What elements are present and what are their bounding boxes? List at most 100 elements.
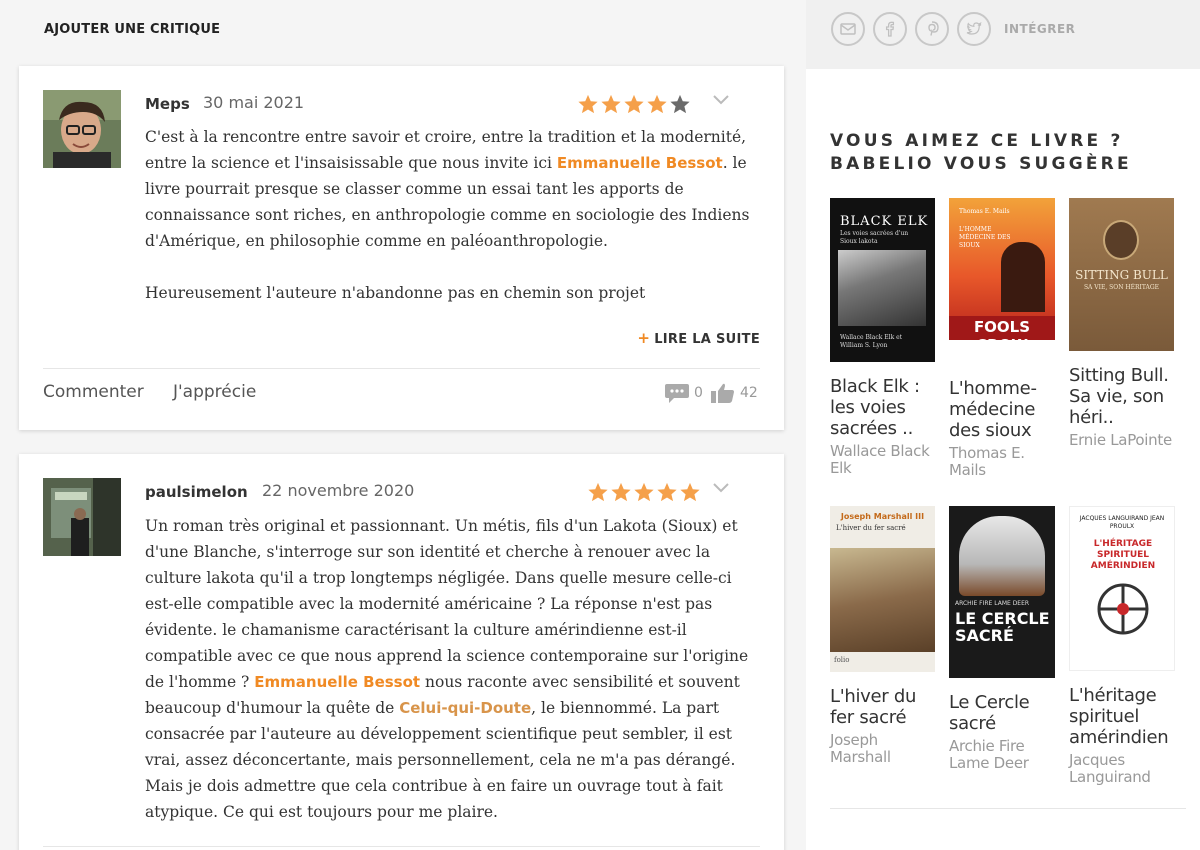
twitter-icon	[966, 21, 982, 35]
star-icon	[588, 482, 608, 502]
book-cover[interactable]: JACQUES LANGUIRAND JEAN PROULX L'HÉRITAG…	[1069, 506, 1175, 671]
book-author[interactable]: Thomas E. Mails	[949, 445, 1059, 479]
read-more-link[interactable]: + LIRE LA SUITE	[637, 329, 760, 347]
medicine-wheel-icon	[1097, 583, 1149, 635]
star-icon	[624, 94, 644, 114]
share-pinterest-button[interactable]	[915, 12, 949, 46]
star-icon	[657, 482, 677, 502]
divider	[43, 846, 760, 847]
like-button[interactable]: J'apprécie	[173, 382, 256, 402]
chevron-down-icon[interactable]	[712, 482, 730, 494]
share-twitter-button[interactable]	[957, 12, 991, 46]
book-cover[interactable]: Joseph Marshall III L'hiver du fer sacré…	[830, 506, 935, 672]
suggestions-heading: VOUS AIMEZ CE LIVRE ? BABELIO VOUS SUGGÈ…	[830, 131, 1132, 174]
review-date: 22 novembre 2020	[262, 481, 415, 500]
plus-icon: +	[637, 329, 651, 347]
suggested-book[interactable]: JACQUES LANGUIRAND JEAN PROULX L'HÉRITAG…	[1069, 506, 1179, 786]
suggested-book[interactable]: BLACK ELK Les voies sacrées d'un Sioux l…	[830, 198, 940, 477]
rating-stars	[587, 481, 701, 503]
review-text: C'est à la rencontre entre savoir et cro…	[145, 124, 765, 306]
chevron-down-icon[interactable]	[712, 94, 730, 106]
cover-subtitle: Les voies sacrées d'un Sioux lakota	[840, 230, 909, 245]
add-review-heading[interactable]: AJOUTER UNE CRITIQUE	[44, 22, 220, 37]
book-author[interactable]: Jacques Languirand	[1069, 752, 1179, 786]
embed-link[interactable]: INTÉGRER	[1004, 22, 1075, 36]
review-text: Un roman très original et passionnant. U…	[145, 513, 765, 825]
cover-subtitle: SA VIE, SON HÉRITAGE	[1083, 284, 1160, 291]
avatar[interactable]	[43, 478, 121, 556]
suggested-book[interactable]: LE CERCLE SACRÉ ARCHIE FIRE LAME DEER Le…	[949, 506, 1059, 772]
mail-icon	[840, 23, 856, 35]
divider	[830, 808, 1186, 809]
book-author[interactable]: Archie Fire Lame Deer	[949, 738, 1059, 772]
cover-portrait	[959, 516, 1045, 596]
star-empty-icon	[670, 94, 690, 114]
comments-count: 0	[694, 385, 703, 401]
author-link[interactable]: Emmanuelle Bessot	[557, 154, 723, 172]
review-text-part: , le biennommé. La part consacrée par l'…	[145, 699, 736, 821]
star-icon	[634, 482, 654, 502]
comments-counter[interactable]: 0	[664, 382, 703, 404]
thumbs-up-icon	[711, 383, 734, 403]
cover-photo	[838, 250, 926, 326]
book-cover[interactable]: LE CERCLE SACRÉ ARCHIE FIRE LAME DEER	[949, 506, 1055, 678]
cover-portrait	[1103, 220, 1139, 260]
book-title[interactable]: L'hiver du fer sacré	[830, 686, 940, 728]
reviews-column: AJOUTER UNE CRITIQUE Meps 30 mai 2021 C'…	[0, 0, 806, 850]
book-title[interactable]: Sitting Bull. Sa vie, son héri..	[1069, 365, 1179, 428]
review-author[interactable]: Meps	[145, 95, 190, 113]
review-author[interactable]: paulsimelon	[145, 483, 248, 501]
sidebar: INTÉGRER VOUS AIMEZ CE LIVRE ? BABELIO V…	[806, 0, 1200, 850]
share-facebook-button[interactable]	[873, 12, 907, 46]
pinterest-icon	[928, 21, 939, 36]
cover-title: BLACK ELK	[840, 214, 929, 229]
cover-silhouette	[1001, 242, 1045, 312]
share-mail-button[interactable]	[831, 12, 865, 46]
divider	[43, 368, 760, 369]
likes-counter[interactable]: 42	[710, 382, 758, 404]
speech-bubble-icon	[665, 384, 689, 403]
author-link[interactable]: Emmanuelle Bessot	[254, 673, 420, 691]
book-cover[interactable]: SITTING BULL SA VIE, SON HÉRITAGE	[1069, 198, 1174, 351]
book-title[interactable]: L'homme-médecine des sioux	[949, 378, 1059, 441]
share-bar: INTÉGRER	[806, 0, 1200, 69]
cover-author: Thomas E. Mails	[959, 208, 1010, 215]
cover-publisher: folio	[834, 656, 850, 664]
cover-author: Joseph Marshall III	[840, 512, 925, 521]
review-date: 30 mai 2021	[203, 93, 305, 112]
book-title[interactable]: Black Elk : les voies sacrées ..	[830, 376, 940, 439]
book-cover[interactable]: Thomas E. Mails L'HOMME MÉDECINE DES SIO…	[949, 198, 1055, 340]
cover-illustration	[830, 548, 935, 652]
avatar[interactable]	[43, 90, 121, 168]
cover-author: ARCHIE FIRE LAME DEER	[955, 600, 1030, 607]
star-icon	[578, 94, 598, 114]
comment-button[interactable]: Commenter	[43, 382, 144, 402]
book-title[interactable]: L'héritage spirituel amérindien	[1069, 685, 1179, 748]
star-icon	[680, 482, 700, 502]
review-card: paulsimelon 22 novembre 2020 Un roman tr…	[19, 454, 784, 850]
review-card: Meps 30 mai 2021 C'est à la rencontre en…	[19, 66, 784, 430]
suggested-book[interactable]: Joseph Marshall III L'hiver du fer sacré…	[830, 506, 940, 766]
character-link[interactable]: Celui-qui-Doute	[399, 699, 531, 717]
book-author[interactable]: Ernie LaPointe	[1069, 432, 1179, 449]
star-icon	[601, 94, 621, 114]
cover-title: SITTING BULL	[1075, 268, 1168, 282]
book-author[interactable]: Wallace Black Elk	[830, 443, 940, 477]
cover-title: FOOLS CROW	[949, 316, 1055, 340]
cover-title: L'HÉRITAGE SPIRITUEL AMÉRINDIEN	[1090, 539, 1156, 571]
cover-author: JACQUES LANGUIRAND JEAN PROULX	[1079, 515, 1165, 530]
cover-title: L'hiver du fer sacré	[836, 524, 906, 532]
suggested-book[interactable]: SITTING BULL SA VIE, SON HÉRITAGE Sittin…	[1069, 198, 1179, 449]
likes-count: 42	[740, 385, 758, 401]
rating-stars	[577, 93, 691, 115]
review-text-part: Heureusement l'auteure n'abandonne pas e…	[145, 284, 646, 302]
facebook-icon	[885, 21, 895, 37]
book-author[interactable]: Joseph Marshall	[830, 732, 940, 766]
cover-title: LE CERCLE SACRÉ	[955, 609, 1050, 645]
book-title[interactable]: Le Cercle sacré	[949, 692, 1059, 734]
star-icon	[647, 94, 667, 114]
star-icon	[611, 482, 631, 502]
book-cover[interactable]: BLACK ELK Les voies sacrées d'un Sioux l…	[830, 198, 935, 362]
read-more-label: LIRE LA SUITE	[654, 332, 760, 347]
suggested-book[interactable]: Thomas E. Mails L'HOMME MÉDECINE DES SIO…	[949, 198, 1059, 479]
